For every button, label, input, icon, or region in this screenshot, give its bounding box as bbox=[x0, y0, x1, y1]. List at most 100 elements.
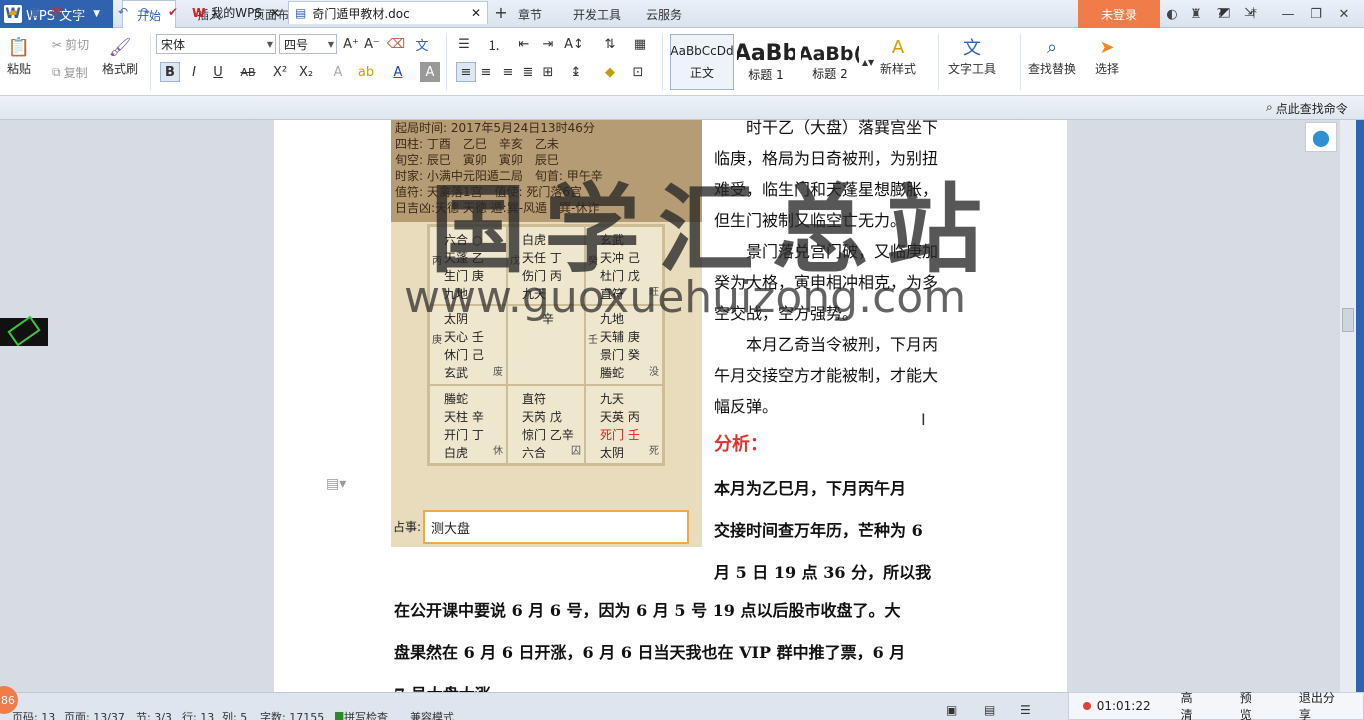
location-pin-icon[interactable]: ⬤ bbox=[1305, 122, 1337, 152]
pdf-icon[interactable]: ▤ bbox=[48, 2, 66, 22]
new-style-button[interactable]: A 新样式 bbox=[880, 34, 916, 77]
border-icon[interactable]: ⊡ bbox=[628, 62, 648, 82]
open-folder-icon[interactable]: ▰ bbox=[4, 2, 22, 22]
close-tab-icon[interactable]: ✕ bbox=[471, 6, 481, 20]
align-left-icon[interactable]: ≡ bbox=[456, 62, 476, 82]
sort-icon[interactable]: ⇅ bbox=[600, 34, 620, 54]
exit-share-button[interactable]: 退出分享 bbox=[1281, 689, 1363, 720]
vertical-scrollbar[interactable] bbox=[1340, 120, 1356, 692]
palace-gan: 壬 bbox=[588, 335, 598, 347]
line-spacing-icon[interactable]: ↨ bbox=[566, 62, 586, 82]
italic-icon[interactable]: I bbox=[184, 62, 204, 82]
wps-home-icon: W bbox=[192, 5, 206, 20]
copy-button[interactable]: ⧉ 复制 bbox=[52, 64, 88, 81]
style-heading-1[interactable]: AaBb 标题 1 bbox=[736, 34, 796, 90]
shrink-font-icon[interactable]: A⁻ bbox=[362, 34, 382, 54]
select-label: 选择 bbox=[1094, 62, 1119, 76]
tab-developer[interactable]: 开发工具 bbox=[564, 0, 630, 28]
font-color-icon[interactable]: A bbox=[388, 62, 408, 82]
brush-icon: 🖌 bbox=[108, 36, 132, 58]
format-painter-label: 格式刷 bbox=[102, 62, 139, 76]
tab-document[interactable]: ▤ 奇门遁甲教材.doc ✕ bbox=[288, 1, 488, 24]
paragraph-shading-icon[interactable]: ◆ bbox=[600, 62, 620, 82]
print-preview-icon[interactable]: ⌕ bbox=[92, 2, 110, 22]
view-icon[interactable]: ▣ bbox=[946, 703, 957, 717]
chevron-down-icon: ▼ bbox=[327, 39, 334, 49]
align-center-icon[interactable]: ≡ bbox=[476, 62, 496, 82]
status-words[interactable]: 字数: 17155 bbox=[260, 709, 324, 720]
align-right-icon[interactable]: ≡ bbox=[498, 62, 518, 82]
char-shading-icon[interactable]: A bbox=[420, 62, 440, 82]
share-icon[interactable]: ◩ bbox=[1216, 2, 1234, 22]
style-scroll-icon[interactable]: ▲▼ bbox=[862, 34, 874, 90]
font-size-select[interactable]: 四号 ▼ bbox=[279, 34, 337, 54]
save-icon[interactable]: ▣ bbox=[26, 2, 44, 22]
undo-icon[interactable]: ↶ bbox=[114, 2, 132, 22]
tab-my-wps[interactable]: W 我的WPS ✕ bbox=[186, 1, 286, 24]
maximize-icon[interactable]: ❐ bbox=[1306, 4, 1326, 24]
increase-indent-icon[interactable]: ⇥ bbox=[538, 34, 558, 54]
style-name: 标题 1 bbox=[748, 68, 784, 82]
phonetic-icon[interactable]: 文 bbox=[412, 34, 432, 54]
login-button[interactable]: 未登录 bbox=[1078, 0, 1160, 28]
justify-icon[interactable]: ≣ bbox=[518, 62, 538, 82]
customize-icon[interactable]: ✔ bbox=[164, 2, 182, 22]
strikethrough-icon[interactable]: AB bbox=[238, 62, 258, 82]
close-tab-icon[interactable]: ✕ bbox=[270, 6, 280, 20]
font-family-select[interactable]: 宋体 ▼ bbox=[156, 34, 276, 54]
minimize-icon[interactable]: — bbox=[1278, 4, 1298, 24]
palace-corner: 休 bbox=[493, 446, 503, 457]
paragraph-menu-icon[interactable]: ▤▾ bbox=[326, 476, 346, 492]
skin-icon[interactable]: ◐ bbox=[1162, 4, 1182, 24]
palace-cell: 九天 天英 丙死门 壬太阴死 bbox=[585, 384, 663, 464]
chinese-layout-icon[interactable]: A↕ bbox=[564, 34, 584, 54]
status-compat: 兼容模式 bbox=[410, 711, 454, 720]
close-icon[interactable]: ✕ bbox=[1334, 4, 1354, 24]
style-normal[interactable]: AaBbCcDd 正文 bbox=[670, 34, 734, 90]
cut-label: 剪切 bbox=[65, 38, 90, 52]
select-button[interactable]: ➤ 选择 bbox=[1094, 34, 1120, 77]
underline-icon[interactable]: U bbox=[208, 62, 228, 82]
divider bbox=[938, 34, 939, 90]
bold-icon[interactable]: B bbox=[160, 62, 180, 82]
style-heading-2[interactable]: AaBb( 标题 2 bbox=[800, 34, 860, 90]
divider bbox=[150, 34, 151, 90]
style-preview: AaBb bbox=[736, 41, 796, 66]
print-icon[interactable]: ⎙ bbox=[70, 2, 88, 22]
bullet-list-icon[interactable]: ☰ bbox=[454, 34, 474, 54]
tab-cloud[interactable]: 云服务 bbox=[638, 0, 690, 28]
format-painter-button[interactable]: 🖌 格式刷 bbox=[102, 34, 138, 77]
header-line: 起局时间: 2017年5月24日13时46分 bbox=[395, 121, 595, 135]
redo-icon[interactable]: ↷ bbox=[136, 2, 154, 22]
tab-chapter[interactable]: 章节 bbox=[504, 0, 556, 28]
text-effect-icon[interactable]: A bbox=[328, 62, 348, 82]
side-panel-strip[interactable] bbox=[1356, 120, 1364, 692]
hd-button[interactable]: 高清 bbox=[1163, 689, 1222, 720]
superscript-icon[interactable]: X² bbox=[270, 62, 290, 82]
palace-cell: 螣蛇 天柱 辛开门 丁白虎休 bbox=[429, 384, 507, 464]
text-tools-button[interactable]: 文 文字工具 bbox=[948, 34, 996, 77]
status-spellcheck[interactable]: 拼写检查 bbox=[344, 709, 388, 720]
collapse-icon[interactable]: ⇲ bbox=[1240, 2, 1258, 22]
new-tab-icon[interactable]: + bbox=[492, 2, 510, 22]
shirt-icon[interactable]: ♜ bbox=[1186, 4, 1206, 24]
outline-view-icon[interactable]: ☰ bbox=[1020, 703, 1031, 717]
palace-gan: 庚 bbox=[432, 335, 442, 347]
grow-font-icon[interactable]: A⁺ bbox=[341, 34, 361, 54]
decrease-indent-icon[interactable]: ⇤ bbox=[514, 34, 534, 54]
clear-format-icon[interactable]: ⌫ bbox=[386, 34, 406, 54]
cut-button[interactable]: ✂ 剪切 bbox=[52, 36, 89, 53]
paste-button[interactable]: 📋 粘贴 bbox=[6, 34, 32, 77]
pen-tool-widget[interactable] bbox=[0, 315, 48, 347]
clipboard-icon: 📋 bbox=[7, 36, 31, 58]
distribute-icon[interactable]: ⊞ bbox=[538, 62, 558, 82]
highlight-icon[interactable]: ab bbox=[356, 62, 376, 82]
table-icon[interactable]: ▦ bbox=[630, 34, 650, 54]
find-replace-button[interactable]: ⌕ 查找替换 bbox=[1028, 34, 1076, 77]
numbered-list-icon[interactable]: ⒈ bbox=[484, 34, 504, 54]
command-search[interactable]: ⌕ 点此查找命令 bbox=[1266, 100, 1348, 117]
page-view-icon[interactable]: ▤ bbox=[984, 703, 995, 717]
scroll-thumb[interactable] bbox=[1342, 308, 1354, 332]
preview-button[interactable]: 预览 bbox=[1222, 689, 1281, 720]
subscript-icon[interactable]: X₂ bbox=[296, 62, 316, 82]
